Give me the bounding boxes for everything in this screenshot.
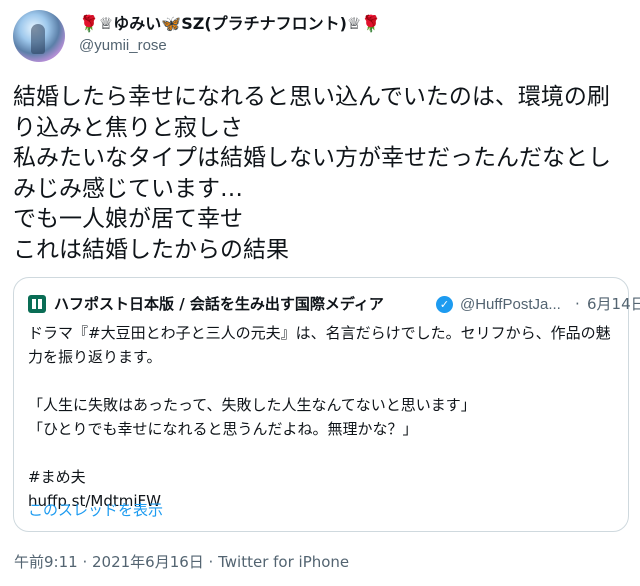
quoted-author-handle: @HuffPostJa... — [460, 296, 561, 313]
butterfly-emoji-icon: 🦋 — [161, 14, 182, 33]
huffpost-logo-icon — [28, 295, 46, 313]
quoted-tweet-card[interactable]: ハフポスト日本版 / 会話を生み出す国際メディア ✓ @HuffPostJa..… — [13, 277, 640, 532]
tweet-timestamp[interactable]: 午前9:11 · 2021年6月16日 · Twitter for iPhone — [14, 552, 349, 572]
display-name-suffix: ♕🌹 — [346, 14, 382, 33]
quoted-tweet-date: 6月14日 — [587, 295, 640, 313]
quoted-tweet-header: ハフポスト日本版 / 会話を生み出す国際メディア ✓ @HuffPostJa..… — [28, 294, 640, 316]
verified-badge-icon: ✓ — [436, 296, 453, 313]
author-display-name[interactable]: 🌹♕ゆみい🦋SZ(プラチナフロント)♕🌹 — [79, 14, 381, 34]
separator-dot: · — [575, 295, 580, 313]
tweet-text: 結婚したら幸せになれると思い込んでいたのは、環境の刷り込みと焦りと寂しさ 私みた… — [13, 84, 611, 263]
author-names: 🌹♕ゆみい🦋SZ(プラチナフロント)♕🌹 @yumii_rose — [79, 14, 381, 56]
author-handle[interactable]: @yumii_rose — [79, 36, 381, 56]
display-name-prefix: 🌹♕ゆみい — [79, 14, 162, 33]
display-name-core: SZ(プラチナフロント) — [181, 14, 347, 33]
quoted-author-name: ハフポスト日本版 / 会話を生み出す国際メディア — [54, 295, 384, 313]
quoted-tweet-body: ドラマ『#大豆田とわ子と三人の元夫』は、名言だらけでした。セリフから、作品の魅力… — [28, 324, 611, 510]
avatar[interactable] — [13, 10, 65, 62]
show-thread-link[interactable]: このスレッドを表示 — [28, 500, 163, 520]
tweet-header: 🌹♕ゆみい🦋SZ(プラチナフロント)♕🌹 @yumii_rose — [13, 10, 613, 62]
